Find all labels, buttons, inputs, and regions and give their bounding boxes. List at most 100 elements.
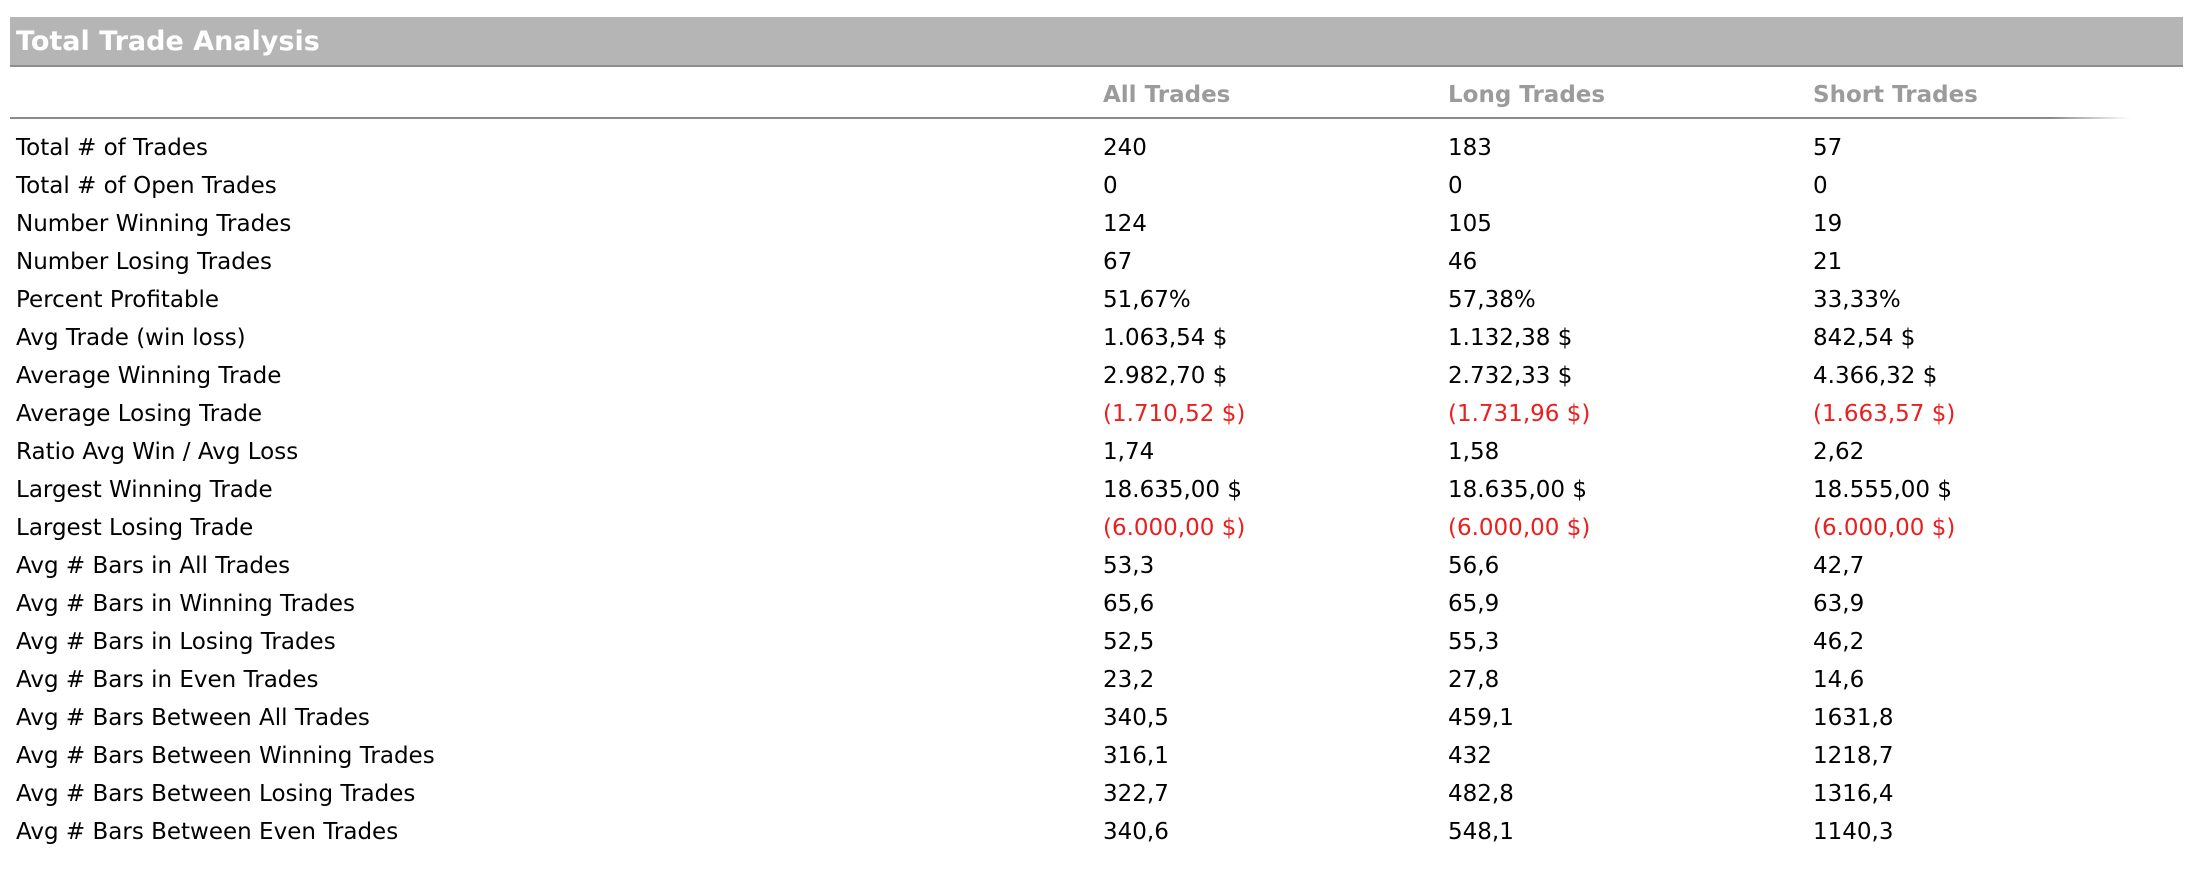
- cell-short-trades: 1316,4: [1813, 781, 1894, 807]
- cell-all-trades: 23,2: [1103, 667, 1155, 693]
- row-label: Total # of Trades: [16, 135, 209, 161]
- table-row: Ratio Avg Win / Avg Loss 1,74 1,58 2,62: [10, 433, 2183, 471]
- trade-analysis-report: Total Trade Analysis All Trades Long Tra…: [10, 17, 2183, 851]
- table-row: Total # of Open Trades 0 0 0: [10, 167, 2183, 205]
- cell-long-trades: (1.731,96 $): [1448, 401, 1591, 427]
- cell-long-trades: 1,58: [1448, 439, 1500, 465]
- cell-short-trades: 46,2: [1813, 629, 1865, 655]
- cell-short-trades: 19: [1813, 211, 1843, 237]
- table-row: Number Winning Trades 124 105 19: [10, 205, 2183, 243]
- cell-long-trades: (6.000,00 $): [1448, 515, 1591, 541]
- cell-all-trades: 124: [1103, 211, 1147, 237]
- row-label: Avg # Bars in Even Trades: [16, 667, 319, 693]
- row-label: Total # of Open Trades: [16, 173, 277, 199]
- table-row: Number Losing Trades 67 46 21: [10, 243, 2183, 281]
- cell-all-trades: (1.710,52 $): [1103, 401, 1246, 427]
- cell-all-trades: 240: [1103, 135, 1147, 161]
- report-title: Total Trade Analysis: [16, 25, 320, 57]
- row-label: Avg # Bars in All Trades: [16, 553, 291, 579]
- row-label: Avg # Bars in Winning Trades: [16, 591, 356, 617]
- cell-all-trades: 52,5: [1103, 629, 1155, 655]
- cell-all-trades: 2.982,70 $: [1103, 363, 1228, 389]
- column-header-all-trades: All Trades: [1103, 82, 1231, 108]
- cell-long-trades: 0: [1448, 173, 1463, 199]
- cell-short-trades: 4.366,32 $: [1813, 363, 1938, 389]
- cell-short-trades: 2,62: [1813, 439, 1865, 465]
- row-label: Avg # Bars Between Losing Trades: [16, 781, 416, 807]
- row-label: Number Winning Trades: [16, 211, 292, 237]
- cell-short-trades: 18.555,00 $: [1813, 477, 1952, 503]
- row-label: Percent Profitable: [16, 287, 220, 313]
- cell-long-trades: 2.732,33 $: [1448, 363, 1573, 389]
- row-label: Avg # Bars in Losing Trades: [16, 629, 336, 655]
- cell-all-trades: 53,3: [1103, 553, 1155, 579]
- table-row: Avg # Bars in Losing Trades 52,5 55,3 46,2: [10, 623, 2183, 661]
- table-row: Avg # Bars in Winning Trades 65,6 65,9 63,9: [10, 585, 2183, 623]
- table-row: Avg # Bars Between Winning Trades 316,1 43…: [10, 737, 2183, 775]
- cell-short-trades: 63,9: [1813, 591, 1865, 617]
- cell-short-trades: (6.000,00 $): [1813, 515, 1956, 541]
- table-row: Avg # Bars in Even Trades 23,2 27,8 14,6: [10, 661, 2183, 699]
- row-label: Average Winning Trade: [16, 363, 282, 389]
- cell-all-trades: 67: [1103, 249, 1133, 275]
- row-label: Avg # Bars Between All Trades: [16, 705, 370, 731]
- cell-long-trades: 1.132,38 $: [1448, 325, 1573, 351]
- cell-long-trades: 548,1: [1448, 819, 1514, 845]
- cell-short-trades: 1218,7: [1813, 743, 1894, 769]
- cell-short-trades: 57: [1813, 135, 1843, 161]
- column-header-row: All Trades Long Trades Short Trades: [10, 67, 2131, 119]
- table-row: Average Winning Trade 2.982,70 $ 2.732,33 …: [10, 357, 2183, 395]
- cell-long-trades: 183: [1448, 135, 1492, 161]
- cell-all-trades: (6.000,00 $): [1103, 515, 1246, 541]
- cell-all-trades: 0: [1103, 173, 1118, 199]
- cell-all-trades: 322,7: [1103, 781, 1169, 807]
- cell-short-trades: 842,54 $: [1813, 325, 1916, 351]
- cell-long-trades: 105: [1448, 211, 1492, 237]
- stats-table-body: Total # of Trades 240 183 57 Total # of Open…: [10, 129, 2183, 851]
- cell-short-trades: 14,6: [1813, 667, 1865, 693]
- table-row: Avg # Bars in All Trades 53,3 56,6 42,7: [10, 547, 2183, 585]
- cell-long-trades: 55,3: [1448, 629, 1500, 655]
- cell-short-trades: 1631,8: [1813, 705, 1894, 731]
- cell-all-trades: 340,5: [1103, 705, 1169, 731]
- cell-long-trades: 65,9: [1448, 591, 1500, 617]
- cell-short-trades: 42,7: [1813, 553, 1865, 579]
- row-label: Number Losing Trades: [16, 249, 272, 275]
- table-row: Avg # Bars Between Even Trades 340,6 548,1…: [10, 813, 2183, 851]
- cell-long-trades: 46: [1448, 249, 1478, 275]
- cell-short-trades: 33,33%: [1813, 287, 1901, 313]
- cell-all-trades: 18.635,00 $: [1103, 477, 1242, 503]
- cell-short-trades: 21: [1813, 249, 1843, 275]
- table-row: Percent Profitable 51,67% 57,38% 33,33%: [10, 281, 2183, 319]
- table-row: Avg # Bars Between All Trades 340,5 459,1 1…: [10, 699, 2183, 737]
- table-row: Avg Trade (win loss) 1.063,54 $ 1.132,38 $…: [10, 319, 2183, 357]
- table-row: Avg # Bars Between Losing Trades 322,7 482…: [10, 775, 2183, 813]
- table-row: Largest Losing Trade (6.000,00 $) (6.000,0…: [10, 509, 2183, 547]
- cell-all-trades: 316,1: [1103, 743, 1169, 769]
- row-label: Avg # Bars Between Even Trades: [16, 819, 399, 845]
- cell-long-trades: 27,8: [1448, 667, 1500, 693]
- row-label: Average Losing Trade: [16, 401, 263, 427]
- cell-short-trades: (1.663,57 $): [1813, 401, 1956, 427]
- row-label: Ratio Avg Win / Avg Loss: [16, 439, 299, 465]
- cell-long-trades: 56,6: [1448, 553, 1500, 579]
- table-row: Total # of Trades 240 183 57: [10, 129, 2183, 167]
- cell-all-trades: 340,6: [1103, 819, 1169, 845]
- row-label: Largest Winning Trade: [16, 477, 273, 503]
- cell-all-trades: 51,67%: [1103, 287, 1191, 313]
- cell-short-trades: 1140,3: [1813, 819, 1894, 845]
- cell-all-trades: 1,74: [1103, 439, 1155, 465]
- column-header-long-trades: Long Trades: [1448, 82, 1606, 108]
- report-title-bar: Total Trade Analysis: [10, 17, 2183, 67]
- cell-long-trades: 432: [1448, 743, 1492, 769]
- cell-long-trades: 459,1: [1448, 705, 1514, 731]
- row-label: Avg Trade (win loss): [16, 325, 246, 351]
- table-row: Largest Winning Trade 18.635,00 $ 18.635,0…: [10, 471, 2183, 509]
- cell-short-trades: 0: [1813, 173, 1828, 199]
- cell-all-trades: 1.063,54 $: [1103, 325, 1228, 351]
- cell-long-trades: 57,38%: [1448, 287, 1536, 313]
- cell-all-trades: 65,6: [1103, 591, 1155, 617]
- table-row: Average Losing Trade (1.710,52 $) (1.731,9…: [10, 395, 2183, 433]
- row-label: Avg # Bars Between Winning Trades: [16, 743, 435, 769]
- cell-long-trades: 482,8: [1448, 781, 1514, 807]
